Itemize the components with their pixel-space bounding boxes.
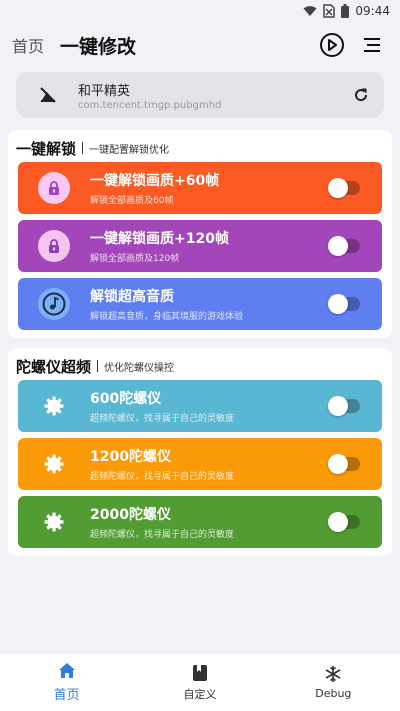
battery-icon xyxy=(341,4,350,18)
toggle-knob xyxy=(328,178,348,198)
section-title: 一键解锁 xyxy=(16,139,77,158)
game-info: 和平精英 com.tencent.tmgp.pubgmhd xyxy=(78,80,352,111)
nav-debug-label: Debug xyxy=(315,687,352,700)
option-text: 600陀螺仪 超频陀螺仪，找寻属于自己的灵敏度 xyxy=(90,388,330,424)
option-text: 1200陀螺仪 超频陀螺仪，找寻属于自己的灵敏度 xyxy=(90,446,330,482)
toggle-switch[interactable] xyxy=(328,178,360,198)
lock-icon xyxy=(38,230,70,262)
status-bar: 09:44 xyxy=(0,0,400,22)
option-title: 1200陀螺仪 xyxy=(90,449,171,465)
lock-icon xyxy=(38,172,70,204)
section-header: 一键解锁 一键配置解锁优化 xyxy=(8,134,392,162)
option-description: 超频陀螺仪，找寻属于自己的灵敏度 xyxy=(90,530,235,540)
gear-icon xyxy=(38,448,70,480)
section-subtitle: 一键配置解锁优化 xyxy=(89,144,170,156)
option-row[interactable]: 一键解锁画质+120帧 解锁全部画质及120帧 xyxy=(18,220,382,272)
home-link[interactable]: 首页 xyxy=(12,33,44,57)
option-text: 2000陀螺仪 超频陀螺仪，找寻属于自己的灵敏度 xyxy=(90,504,330,540)
game-package: com.tencent.tmgp.pubgmhd xyxy=(78,99,222,111)
toggle-knob xyxy=(328,512,348,532)
option-title: 一键解锁画质+120帧 xyxy=(90,231,229,247)
wifi-icon xyxy=(303,6,317,16)
option-title: 600陀螺仪 xyxy=(90,391,162,407)
divider xyxy=(97,360,99,372)
game-name: 和平精英 xyxy=(78,83,131,99)
game-off-icon xyxy=(40,87,56,103)
play-circle-icon xyxy=(320,33,344,57)
section-1: 陀螺仪超频 优化陀螺仪操控 600陀螺仪 超频陀螺仪，找寻属于自己的灵敏度 12… xyxy=(8,348,392,556)
option-description: 超频陀螺仪，找寻属于自己的灵敏度 xyxy=(90,472,235,482)
menu-icon xyxy=(364,38,380,52)
section-0: 一键解锁 一键配置解锁优化 一键解锁画质+60帧 解锁全部画质及60帧 一键解锁… xyxy=(8,130,392,338)
option-description: 超频陀螺仪，找寻属于自己的灵敏度 xyxy=(90,414,235,424)
toggle-switch[interactable] xyxy=(328,236,360,256)
home-icon xyxy=(58,663,75,678)
option-row[interactable]: 600陀螺仪 超频陀螺仪，找寻属于自己的灵敏度 xyxy=(18,380,382,432)
option-row[interactable]: 一键解锁画质+60帧 解锁全部画质及60帧 xyxy=(18,162,382,214)
music-disc-icon xyxy=(38,288,70,320)
bottom-navigation: 首页 自定义 Debug xyxy=(0,653,400,711)
option-text: 一键解锁画质+120帧 解锁全部画质及120帧 xyxy=(90,228,330,264)
top-bar: 首页 一键修改 xyxy=(0,22,400,68)
toggle-switch[interactable] xyxy=(328,512,360,532)
nav-custom-label: 自定义 xyxy=(183,687,217,701)
refresh-icon[interactable] xyxy=(352,86,370,104)
option-title: 2000陀螺仪 xyxy=(90,507,171,523)
section-subtitle: 优化陀螺仪操控 xyxy=(104,362,175,374)
option-row[interactable]: 2000陀螺仪 超频陀螺仪，找寻属于自己的灵敏度 xyxy=(18,496,382,548)
nav-custom[interactable]: 自定义 xyxy=(133,654,266,711)
play-button[interactable] xyxy=(316,29,348,61)
divider xyxy=(82,142,84,154)
toggle-knob xyxy=(328,454,348,474)
gear-icon xyxy=(38,506,70,538)
nav-debug[interactable]: Debug xyxy=(267,654,400,711)
option-text: 一键解锁画质+60帧 解锁全部画质及60帧 xyxy=(90,170,330,206)
toggle-knob xyxy=(328,396,348,416)
toggle-switch[interactable] xyxy=(328,454,360,474)
snowflake-icon xyxy=(325,666,341,682)
gear-icon xyxy=(38,390,70,422)
menu-button[interactable] xyxy=(356,29,388,61)
page-title: 一键修改 xyxy=(60,35,137,58)
section-title: 陀螺仪超频 xyxy=(16,357,92,376)
status-time: 09:44 xyxy=(355,4,390,18)
toggle-switch[interactable] xyxy=(328,396,360,416)
game-selector-card[interactable]: 和平精英 com.tencent.tmgp.pubgmhd xyxy=(16,72,384,118)
book-icon xyxy=(192,664,207,681)
toggle-switch[interactable] xyxy=(328,294,360,314)
toggle-knob xyxy=(328,236,348,256)
nav-home[interactable]: 首页 xyxy=(0,654,133,711)
option-row[interactable]: 解锁超高音质 解锁超高音质，身临其境服的游戏体验 xyxy=(18,278,382,330)
toggle-knob xyxy=(328,294,348,314)
option-description: 解锁全部画质及120帧 xyxy=(90,254,180,264)
option-row[interactable]: 1200陀螺仪 超频陀螺仪，找寻属于自己的灵敏度 xyxy=(18,438,382,490)
option-description: 解锁超高音质，身临其境服的游戏体验 xyxy=(90,312,244,322)
option-title: 一键解锁画质+60帧 xyxy=(90,173,220,189)
no-sim-icon xyxy=(323,4,336,18)
option-title: 解锁超高音质 xyxy=(90,289,174,305)
section-header: 陀螺仪超频 优化陀螺仪操控 xyxy=(8,352,392,380)
option-description: 解锁全部画质及60帧 xyxy=(90,196,174,206)
nav-home-label: 首页 xyxy=(53,688,80,703)
option-text: 解锁超高音质 解锁超高音质，身临其境服的游戏体验 xyxy=(90,286,330,322)
